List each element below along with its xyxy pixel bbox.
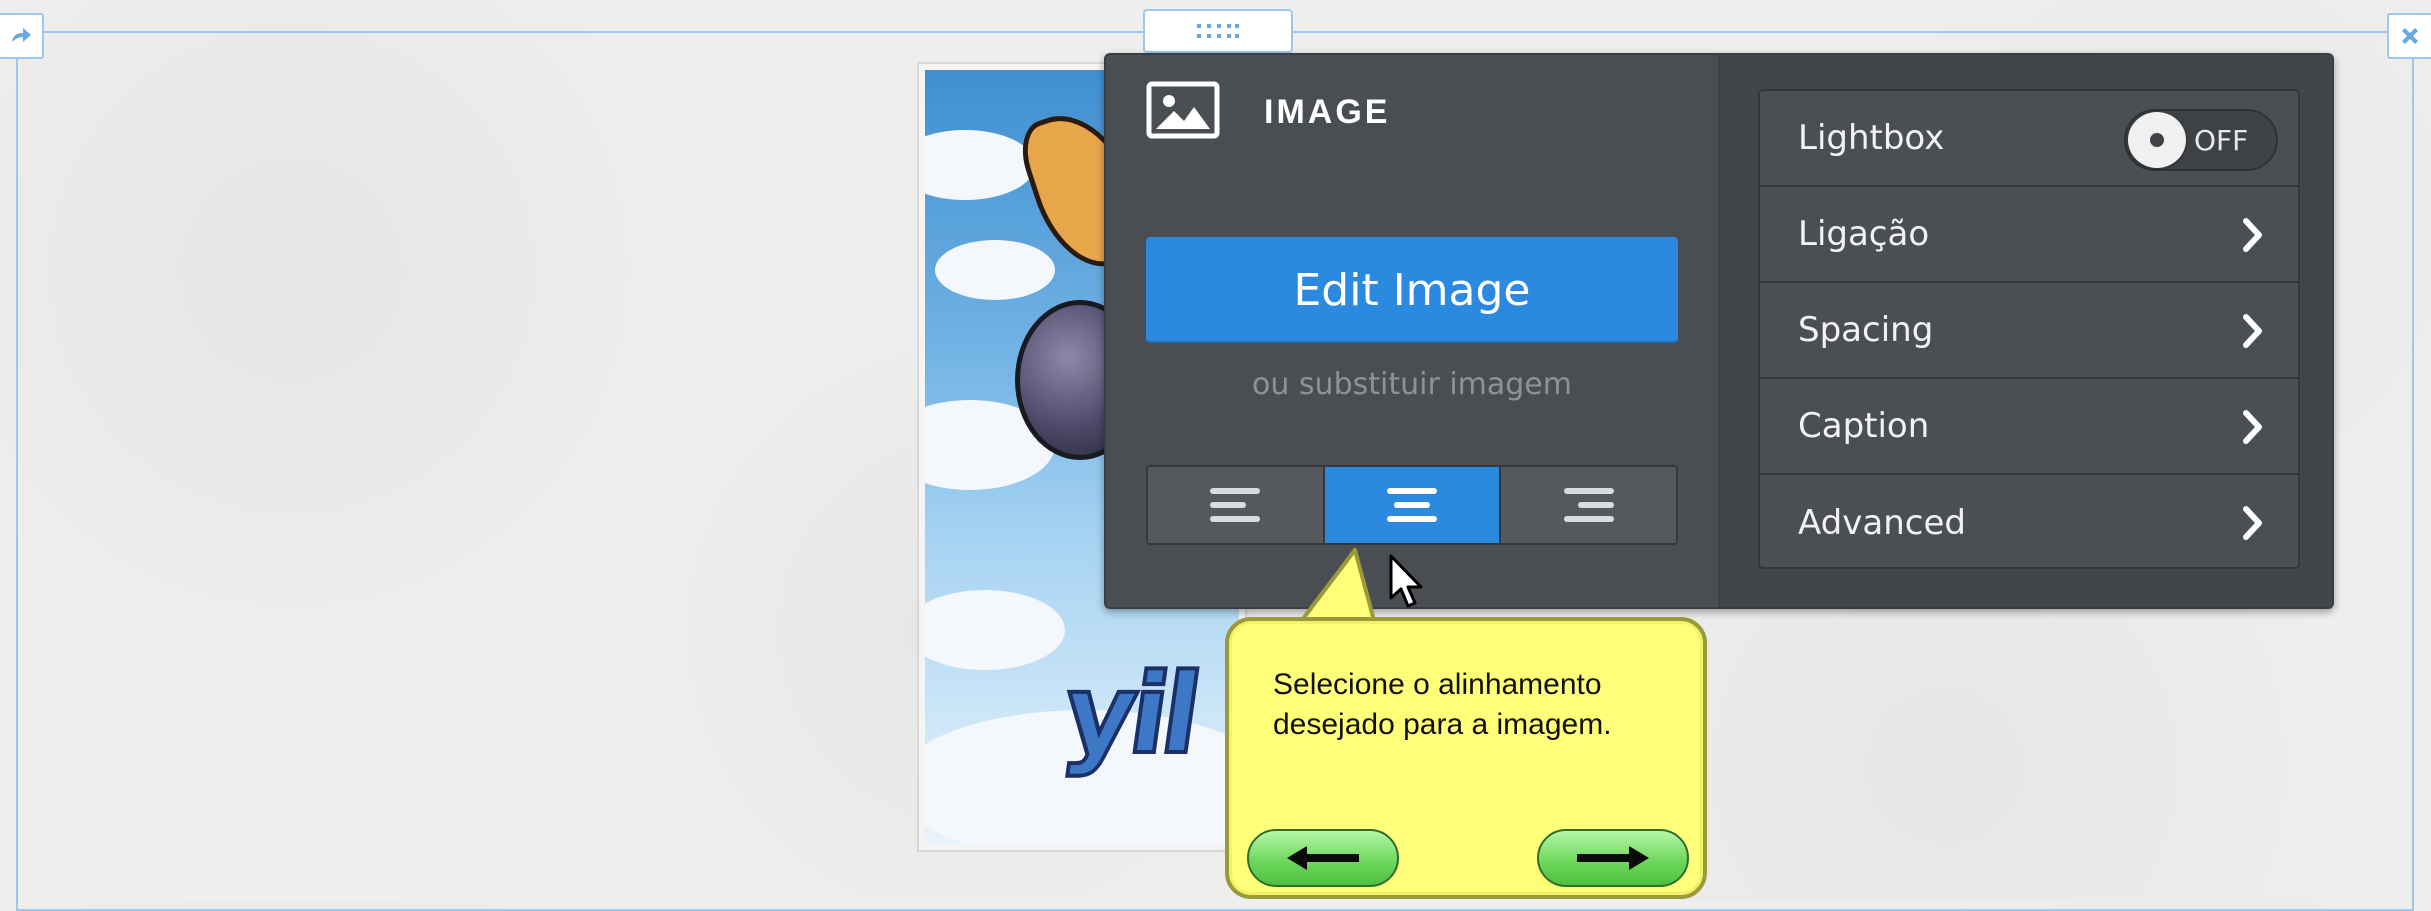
toggle-knob (2128, 112, 2186, 168)
option-lightbox: Lightbox OFF (1760, 91, 2298, 187)
image-icon (1146, 81, 1220, 139)
option-advanced[interactable]: Advanced (1760, 475, 2298, 567)
image-settings-panel: IMAGE Edit Image ou substituir imagem Li… (1104, 53, 2334, 609)
alignment-button-group (1146, 465, 1678, 545)
arrow-right-icon (1577, 846, 1649, 870)
option-caption[interactable]: Caption (1760, 379, 2298, 475)
option-label: Advanced (1798, 503, 1966, 543)
align-right-icon (1563, 488, 1614, 522)
tooltip-pointer (1297, 548, 1377, 624)
tooltip-text: Selecione o alinhamento desejado para a … (1273, 668, 1612, 741)
options-list: Lightbox OFF Ligação Spacing Caption Adv… (1758, 89, 2300, 569)
tutorial-tooltip: Selecione o alinhamento desejado para a … (1225, 617, 1707, 899)
align-left-button[interactable] (1148, 467, 1325, 543)
chevron-right-icon (2243, 410, 2262, 444)
option-label: Caption (1798, 406, 1930, 446)
arrow-left-icon (1287, 846, 1359, 870)
chevron-right-icon (2243, 218, 2262, 252)
toggle-state: OFF (2194, 124, 2249, 157)
chevron-right-icon (2243, 506, 2262, 540)
delete-element-button[interactable] (2387, 13, 2431, 59)
option-label: Spacing (1798, 310, 1934, 350)
drag-handle[interactable] (1143, 9, 1293, 53)
tooltip-previous-button[interactable] (1247, 829, 1399, 887)
panel-title: IMAGE (1264, 93, 1391, 131)
option-spacing[interactable]: Spacing (1760, 283, 2298, 379)
mouse-cursor-icon (1389, 554, 1423, 608)
image-logo-text: yil (1054, 648, 1205, 780)
align-center-icon (1387, 488, 1437, 522)
tooltip-next-button[interactable] (1537, 829, 1689, 887)
move-handle[interactable] (0, 13, 44, 59)
option-label: Ligação (1798, 214, 1930, 254)
replace-image-link[interactable]: ou substituir imagem (1146, 367, 1678, 402)
lightbox-toggle[interactable]: OFF (2124, 109, 2278, 171)
drag-dots-icon (1197, 24, 1239, 38)
edit-image-button[interactable]: Edit Image (1146, 237, 1678, 343)
arrow-right-icon (12, 28, 31, 42)
close-icon (2402, 28, 2418, 44)
option-label: Lightbox (1798, 118, 1945, 158)
chevron-right-icon (2243, 314, 2262, 348)
option-link[interactable]: Ligação (1760, 187, 2298, 283)
align-center-button[interactable] (1324, 467, 1502, 543)
align-right-button[interactable] (1501, 467, 1676, 543)
align-left-icon (1210, 488, 1261, 522)
